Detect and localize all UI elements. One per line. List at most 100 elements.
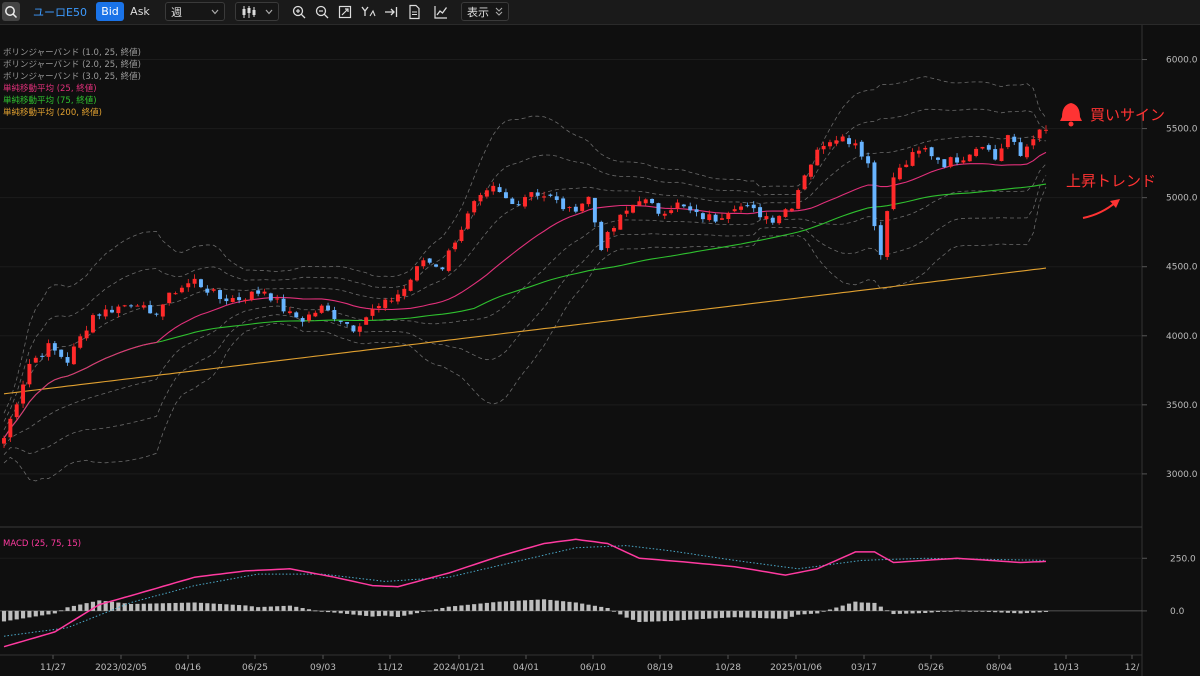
chart-type-select[interactable] (235, 2, 279, 21)
macd-hist-bar (300, 608, 305, 611)
candle-up (916, 150, 921, 154)
candle-up (910, 152, 915, 166)
symbol-name[interactable]: ユーロE50 (30, 2, 90, 21)
jump-to-latest-button[interactable] (381, 2, 401, 21)
time-tick-label: 2023/02/05 (95, 663, 147, 673)
y-axis-button[interactable] (358, 2, 378, 21)
candle-up (1024, 146, 1029, 158)
jump-to-end-icon (385, 6, 398, 17)
legend: ボリンジャーバンド (1.0, 25, 終値) ボリンジャーバンド (2.0, … (3, 47, 141, 118)
candle-down (440, 267, 445, 270)
candle-up (567, 207, 572, 209)
macd-hist-bar (859, 602, 864, 611)
period-select[interactable]: 週 (165, 2, 225, 21)
candle-down (52, 343, 57, 351)
display-menu[interactable]: 表示 (461, 2, 509, 21)
candle-down (110, 309, 114, 313)
macd-hist-bar (738, 610, 744, 618)
candle-down (993, 149, 998, 160)
macd-hist-bar (14, 610, 19, 620)
macd-hist-bar (993, 610, 998, 613)
candle-up (669, 210, 674, 213)
document-button[interactable] (404, 2, 424, 21)
candle-down (338, 320, 343, 322)
macd-hist-bar (192, 602, 197, 611)
candle-up (491, 185, 496, 192)
zoom-out-button[interactable] (312, 2, 332, 21)
y-axis-scale-icon (361, 6, 376, 16)
macd-hist-bar (287, 605, 292, 611)
bid-button[interactable]: Bid (96, 2, 124, 21)
candle-up (580, 203, 585, 212)
signal-line (3, 545, 1047, 637)
ask-button[interactable]: Ask (127, 2, 153, 21)
candle-down (713, 214, 718, 222)
macd-axis: 0.0 250.0 (1142, 554, 1196, 617)
candle-up (8, 418, 13, 438)
zoom-in-button[interactable] (289, 2, 309, 21)
candle-up (370, 309, 375, 316)
candle-up (948, 157, 953, 167)
macd-hist-bar (249, 606, 254, 611)
time-tick-label: 08/04 (986, 663, 1012, 673)
candle-up (1044, 129, 1048, 131)
candle-down (535, 192, 540, 196)
price-tick-label: 6000.0 (1166, 56, 1198, 66)
chart-area[interactable]: 3000.0 3500.0 4000.0 4500.0 5000.0 5500.0 6000… (0, 25, 1200, 676)
chevron-down-icon (211, 9, 219, 14)
time-tick-label: 10/13 (1053, 663, 1079, 673)
annotations: 買いサイン 上昇トレンド (1060, 103, 1165, 219)
macd-tick-label: 0.0 (1170, 607, 1185, 617)
indicator-button[interactable] (431, 2, 451, 21)
candle-down (656, 203, 661, 214)
macd-hist-bar (789, 610, 794, 617)
macd-hist-bar (402, 610, 407, 616)
macd-hist-bar (370, 610, 375, 617)
candle-down (97, 314, 102, 316)
candle-up (802, 175, 807, 190)
candle-down (224, 298, 229, 302)
macd-hist-bar (71, 605, 76, 611)
candle-down (573, 206, 578, 212)
candle-down (205, 288, 210, 293)
macd-hist-bar (1037, 610, 1042, 613)
candle-up (421, 260, 426, 267)
bollinger-bands (3, 76, 1047, 482)
double-chevron-icon (495, 7, 503, 16)
fit-button[interactable] (335, 2, 355, 21)
candle-up (707, 214, 712, 220)
macd-hist-bar (834, 607, 839, 611)
candle-up (618, 214, 623, 230)
candle-down (688, 206, 693, 211)
macd-hist-bar (840, 605, 845, 611)
macd-hist-bar (929, 610, 934, 613)
macd-hist-bar (1031, 610, 1036, 613)
candle-up (789, 208, 794, 211)
candle-up (783, 209, 788, 217)
macd-hist-bar (967, 610, 972, 612)
price-tick-label: 5500.0 (1166, 125, 1198, 135)
macd-hist-bar (986, 610, 991, 612)
candle-down (650, 198, 655, 204)
candle-down (345, 322, 350, 324)
macd-hist-bar (27, 610, 32, 618)
search-icon (5, 5, 18, 18)
candle-down (955, 157, 960, 163)
candle-down (1018, 142, 1023, 156)
toolbar: ユーロE50 Bid Ask 週 表示 (0, 0, 1200, 25)
candle-up (46, 343, 51, 357)
candle-up (211, 289, 216, 291)
candle-down (129, 305, 134, 307)
macd-hist-bar (732, 610, 737, 618)
time-tick-label: 2024/01/21 (433, 663, 485, 673)
candle-up (319, 305, 324, 313)
search-button[interactable] (2, 2, 20, 21)
macd-hist-bar (167, 603, 172, 611)
display-menu-label: 表示 (467, 5, 489, 19)
candle-up (446, 250, 451, 271)
macd-hist-bar (148, 603, 153, 611)
candle-down (770, 217, 775, 223)
candle-up (726, 213, 731, 220)
macd-hist-bar (999, 610, 1004, 613)
price-tick-label: 4000.0 (1166, 332, 1198, 342)
